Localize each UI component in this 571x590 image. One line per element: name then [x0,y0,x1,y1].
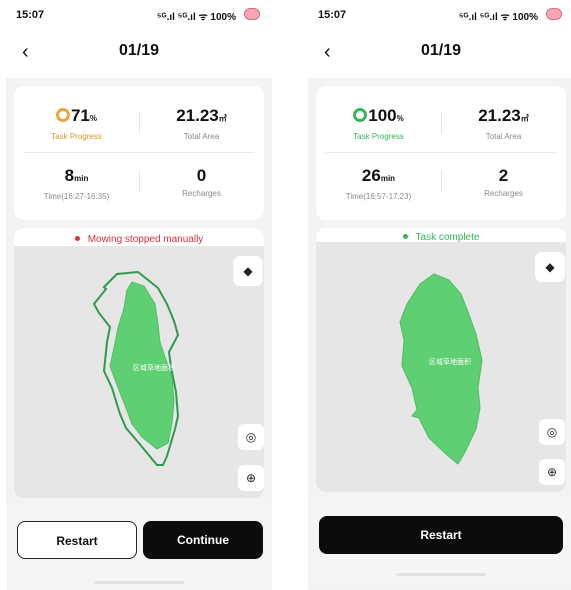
restart-button[interactable]: Restart [17,521,137,559]
mow-status-text: Mowing stopped manually [87,234,204,245]
time-label: Time(16:57-17:23) [345,192,412,201]
divider [24,152,254,153]
lawn-map[interactable]: 区域草地面积 ◆ ◎ ⊕ [316,242,566,492]
status-dot [402,234,408,239]
divider [326,152,556,153]
stat-time: 8min Time(16:27-16:35) [14,166,139,201]
recharge-label: Recharges [182,189,221,198]
area-unit: ㎡ [520,114,529,123]
zone-label: 区域草地面积 [429,357,471,366]
stat-recharges: 2 Recharges [441,166,566,198]
area-label: Total Area [183,132,220,141]
continue-button[interactable]: Continue [143,521,263,559]
status-time: 15:07 [16,9,45,21]
screenshot-stage: 15:07 ⁵ᴳ.ıl ⁵ᴳ.ıl ᯤ 100% ‹ 01/19 71% Tas… [0,0,571,590]
stat-total-area: 21.23㎡ Total Area [139,106,264,141]
time-value: 26 [361,166,381,185]
layers-icon[interactable]: ◆ [535,252,565,282]
area-unit: ㎡ [218,114,227,123]
status-signal: ⁵ᴳ.ıl ⁵ᴳ.ıl ᯤ 100% [156,12,236,23]
layers-icon[interactable]: ◆ [233,256,263,286]
time-unit: min [74,174,89,183]
phone-screen-right: 15:07 ⁵ᴳ.ıl ⁵ᴳ.ıl ᯤ 100% ‹ 01/19 100% Ta… [308,0,571,590]
stat-total-area: 21.23㎡ Total Area [441,106,566,141]
brain-icon [244,8,260,20]
stat-time: 26min Time(16:57-17:23) [316,166,441,201]
recharge-value: 2 [498,166,509,185]
area-value: 21.23 [478,106,521,125]
page-title: 01/19 [118,42,160,59]
progress-label: Task Progress [51,132,102,141]
status-bar: 15:07 ⁵ᴳ.ıl ⁵ᴳ.ıl ᯤ 100% [308,8,571,24]
zoom-in-icon[interactable]: ⊕ [539,459,565,485]
lawn-map[interactable]: 区域草地面积 ◆ ◎ ⊕ [14,246,264,498]
nav-bar: ‹ 01/19 [6,40,272,66]
home-indicator [396,573,486,576]
map-panel: Mowing stopped manually 区域草地面积 ◆ ◎ ⊕ [14,228,264,498]
home-indicator [94,581,184,584]
zoom-in-icon[interactable]: ⊕ [238,465,264,491]
locate-icon[interactable]: ◎ [238,424,264,450]
phone-screen-left: 15:07 ⁵ᴳ.ıl ⁵ᴳ.ıl ᯤ 100% ‹ 01/19 71% Tas… [6,0,272,590]
time-unit: min [380,174,396,183]
progress-value: 100 [368,106,397,125]
time-value: 8 [64,166,75,185]
progress-unit: % [396,114,404,123]
action-bar: Restart Continue [6,506,272,590]
stat-recharges: 0 Recharges [139,166,264,198]
area-label: Total Area [485,132,522,141]
progress-label: Task Progress [353,132,404,141]
recharge-label: Recharges [484,189,523,198]
nav-bar: ‹ 01/19 [308,40,571,66]
progress-ring-icon [55,108,70,122]
restart-button[interactable]: Restart [319,516,563,554]
time-label: Time(16:27-16:35) [43,192,110,201]
lawn-svg: 区域草地面积 [92,270,180,466]
page-title: 01/19 [420,42,462,59]
brain-icon [546,8,562,20]
progress-ring-icon [353,108,368,122]
locate-icon[interactable]: ◎ [539,419,565,445]
progress-unit: % [89,114,98,123]
zone-label: 区域草地面积 [133,363,175,372]
stat-task-progress: 71% Task Progress [14,106,139,141]
recharge-value: 0 [196,166,207,185]
status-dot [74,236,80,241]
status-bar: 15:07 ⁵ᴳ.ıl ⁵ᴳ.ıl ᯤ 100% [6,8,272,24]
area-value: 21.23 [176,106,219,125]
status-time: 15:07 [318,9,347,21]
progress-value: 71 [70,106,90,125]
map-panel: Task complete 区域草地面积 ◆ ◎ ⊕ [316,228,566,492]
task-stats-card: 100% Task Progress 21.23㎡ Total Area 26m… [316,86,566,220]
lawn-svg: 区域草地面积 [399,273,483,465]
task-stats-card: 71% Task Progress 21.23㎡ Total Area 8min… [14,86,264,220]
mow-status: Mowing stopped manually [14,234,264,245]
action-bar: Restart [308,498,571,582]
mowed-area [399,273,483,465]
status-signal: ⁵ᴳ.ıl ⁵ᴳ.ıl ᯤ 100% [458,12,538,23]
stat-task-progress: 100% Task Progress [316,106,441,141]
